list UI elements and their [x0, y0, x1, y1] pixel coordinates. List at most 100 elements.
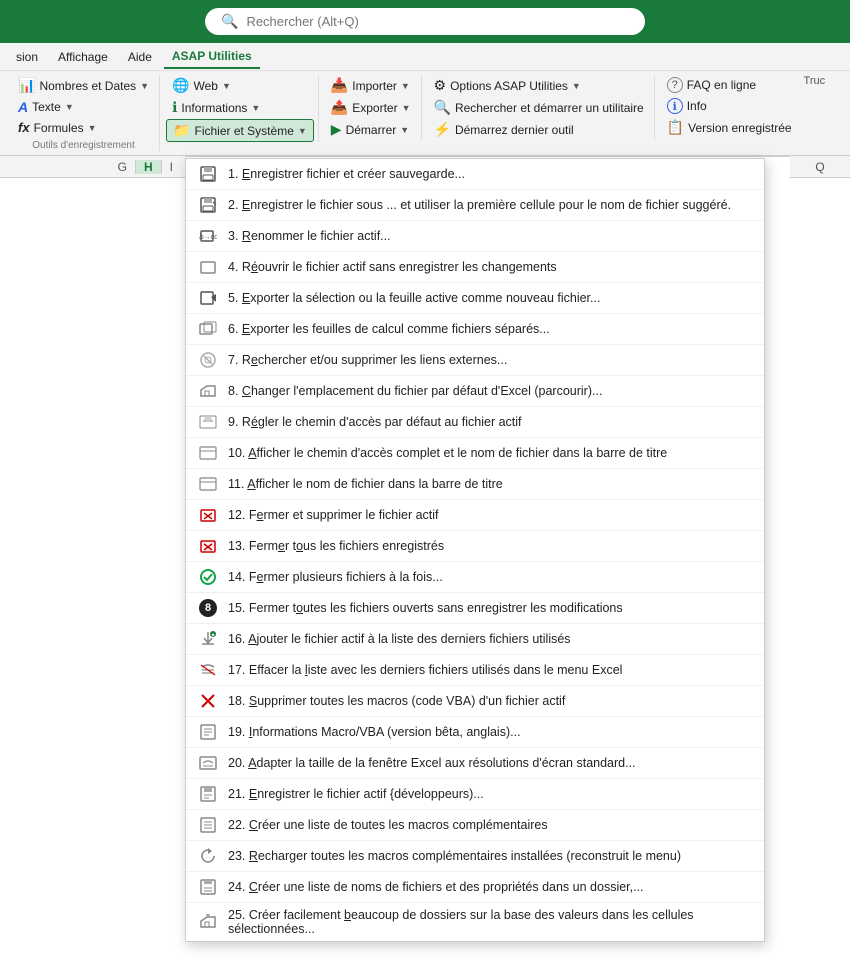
ribbon-col-left: 📊 Nombres et Dates ▼ A Texte ▼ fx Formul…	[8, 75, 160, 151]
menu-icon-16: ★	[198, 629, 218, 649]
menu-item-affichage[interactable]: Affichage	[50, 46, 116, 68]
menu-icon-6	[198, 319, 218, 339]
formules-icon: fx	[18, 120, 30, 135]
menu-item-5[interactable]: 5. Exporter la sélection ou la feuille a…	[186, 283, 764, 314]
ribbon-btn-version[interactable]: 📋 Version enregistrée	[661, 117, 798, 138]
nombres-icon: 📊	[18, 77, 35, 94]
col-header-left: G H I	[0, 156, 185, 178]
menu-item-25[interactable]: 25. Créer facilement beaucoup de dossier…	[186, 903, 764, 941]
menu-icon-8	[198, 381, 218, 401]
menu-item-6[interactable]: 6. Exporter les feuilles de calcul comme…	[186, 314, 764, 345]
col-header-right: Q	[790, 156, 850, 178]
menu-item-7[interactable]: 7. Rechercher et/ou supprimer les liens …	[186, 345, 764, 376]
ribbon-btn-demarrez-last-label: Démarrez dernier outil	[455, 123, 574, 137]
version-icon: 📋	[667, 119, 684, 136]
menu-icon-25	[198, 912, 218, 932]
menu-icon-2	[198, 195, 218, 215]
ribbon-row: 📊 Nombres et Dates ▼ A Texte ▼ fx Formul…	[8, 75, 842, 151]
ribbon-btn-web-label: Web	[194, 79, 218, 93]
menu-text-10: 10. Afficher le chemin d'accès complet e…	[228, 446, 752, 460]
menu-item-8[interactable]: 8. Changer l'emplacement du fichier par …	[186, 376, 764, 407]
ribbon-btn-web[interactable]: 🌐 Web ▼	[166, 75, 314, 96]
menu-item-4[interactable]: 4. Réouvrir le fichier actif sans enregi…	[186, 252, 764, 283]
menu-item-1[interactable]: 1. Enregistrer fichier et créer sauvegar…	[186, 159, 764, 190]
ribbon: 📊 Nombres et Dates ▼ A Texte ▼ fx Formul…	[0, 71, 850, 157]
ribbon-btn-rechercher[interactable]: 🔍 Rechercher et démarrer un utilitaire	[428, 97, 650, 118]
col-q: Q	[815, 160, 824, 174]
menu-text-11: 11. Afficher le nom de fichier dans la b…	[228, 477, 752, 491]
ribbon-btn-demarrez-last[interactable]: ⚡ Démarrez dernier outil	[428, 119, 650, 140]
fichier-icon: 📁	[173, 122, 190, 139]
ribbon-btn-formules[interactable]: fx Formules ▼	[12, 118, 155, 137]
demarrez-last-icon: ⚡	[434, 121, 451, 138]
menu-icon-4	[198, 257, 218, 277]
menu-item-19[interactable]: 19. Informations Macro/VBA (version bêta…	[186, 717, 764, 748]
menu-item-10[interactable]: 10. Afficher le chemin d'accès complet e…	[186, 438, 764, 469]
menu-item-3[interactable]: ab→cd 3. Renommer le fichier actif...	[186, 221, 764, 252]
informations-icon: ℹ	[172, 99, 177, 116]
chevron-importer: ▼	[401, 81, 410, 91]
menu-text-13: 13. Fermer tous les fichiers enregistrés	[228, 539, 752, 553]
ribbon-btn-texte[interactable]: A Texte ▼	[12, 97, 155, 117]
menu-text-22: 22. Créer une liste de toutes les macros…	[228, 818, 752, 832]
menu-item-23[interactable]: 23. Recharger toutes les macros compléme…	[186, 841, 764, 872]
menu-text-3: 3. Renommer le fichier actif...	[228, 229, 752, 243]
ribbon-btn-importer[interactable]: 📥 Importer ▼	[325, 75, 417, 96]
menu-text-16: 16. Ajouter le fichier actif à la liste …	[228, 632, 752, 646]
dropdown-menu: 1. Enregistrer fichier et créer sauvegar…	[185, 158, 765, 942]
menu-bar: sion Affichage Aide ASAP Utilities	[0, 43, 850, 71]
menu-item-24[interactable]: 24. Créer une liste de noms de fichiers …	[186, 872, 764, 903]
chevron-fichier: ▼	[298, 126, 307, 136]
ribbon-btn-demarrer[interactable]: ▶ Démarrer ▼	[325, 119, 417, 140]
menu-icon-22	[198, 815, 218, 835]
menu-text-21: 21. Enregistrer le fichier actif {dévelo…	[228, 787, 752, 801]
menu-item-aide[interactable]: Aide	[120, 46, 160, 68]
ribbon-btn-informations[interactable]: ℹ Informations ▼	[166, 97, 314, 118]
menu-text-19: 19. Informations Macro/VBA (version bêta…	[228, 725, 752, 739]
menu-text-4: 4. Réouvrir le fichier actif sans enregi…	[228, 260, 752, 274]
ribbon-btn-formules-label: Formules	[34, 121, 84, 135]
ribbon-btn-exporter-label: Exporter	[352, 101, 397, 115]
menu-item-17[interactable]: 17. Effacer la liste avec les derniers f…	[186, 655, 764, 686]
svg-text:ab→cd: ab→cd	[199, 234, 217, 241]
ribbon-col-web: 🌐 Web ▼ ℹ Informations ▼ 📁 Fichier et Sy…	[162, 75, 319, 142]
menu-icon-18	[198, 691, 218, 711]
menu-item-21[interactable]: 21. Enregistrer le fichier actif {dévelo…	[186, 779, 764, 810]
rechercher-icon: 🔍	[434, 99, 451, 116]
menu-item-22[interactable]: 22. Créer une liste de toutes les macros…	[186, 810, 764, 841]
menu-text-14: 14. Fermer plusieurs fichiers à la fois.…	[228, 570, 752, 584]
menu-item-12[interactable]: 12. Fermer et supprimer le fichier actif	[186, 500, 764, 531]
menu-item-9[interactable]: 9. Régler le chemin d'accès par défaut a…	[186, 407, 764, 438]
menu-item-2[interactable]: 2. Enregistrer le fichier sous ... et ut…	[186, 190, 764, 221]
menu-item-11[interactable]: 11. Afficher le nom de fichier dans la b…	[186, 469, 764, 500]
ribbon-btn-info[interactable]: ℹ Info	[661, 96, 798, 116]
menu-item-14[interactable]: 14. Fermer plusieurs fichiers à la fois.…	[186, 562, 764, 593]
menu-item-16[interactable]: ★ 16. Ajouter le fichier actif à la list…	[186, 624, 764, 655]
ribbon-col-faq: ? FAQ en ligne ℹ Info 📋 Version enregist…	[657, 75, 802, 138]
ribbon-btn-faq[interactable]: ? FAQ en ligne	[661, 75, 798, 95]
menu-item-18[interactable]: 18. Supprimer toutes les macros (code VB…	[186, 686, 764, 717]
menu-item-13[interactable]: 13. Fermer tous les fichiers enregistrés	[186, 531, 764, 562]
chevron-formules: ▼	[88, 123, 97, 133]
ribbon-btn-nombres[interactable]: 📊 Nombres et Dates ▼	[12, 75, 155, 96]
ribbon-btn-options[interactable]: ⚙ Options ASAP Utilities ▼	[428, 75, 650, 96]
menu-text-9: 9. Régler le chemin d'accès par défaut a…	[228, 415, 752, 429]
ribbon-col-options: ⚙ Options ASAP Utilities ▼ 🔍 Rechercher …	[424, 75, 655, 140]
menu-text-25: 25. Créer facilement beaucoup de dossier…	[228, 908, 752, 936]
menu-icon-23	[198, 846, 218, 866]
search-bar: 🔍	[0, 0, 850, 43]
menu-item-15[interactable]: 8 15. Fermer toutes les fichiers ouverts…	[186, 593, 764, 624]
search-input[interactable]	[246, 14, 629, 29]
texte-icon: A	[18, 99, 28, 115]
menu-item-sion[interactable]: sion	[8, 46, 46, 68]
menu-icon-15: 8	[198, 598, 218, 618]
menu-text-1: 1. Enregistrer fichier et créer sauvegar…	[228, 167, 752, 181]
faq-icon: ?	[667, 77, 683, 93]
menu-item-asap[interactable]: ASAP Utilities	[164, 45, 260, 69]
ribbon-btn-importer-label: Importer	[352, 79, 397, 93]
menu-item-20[interactable]: 20. Adapter la taille de la fenêtre Exce…	[186, 748, 764, 779]
ribbon-btn-fichier[interactable]: 📁 Fichier et Système ▼	[166, 119, 314, 142]
menu-icon-20	[198, 753, 218, 773]
menu-text-15: 15. Fermer toutes les fichiers ouverts s…	[228, 601, 752, 615]
ribbon-btn-exporter[interactable]: 📤 Exporter ▼	[325, 97, 417, 118]
